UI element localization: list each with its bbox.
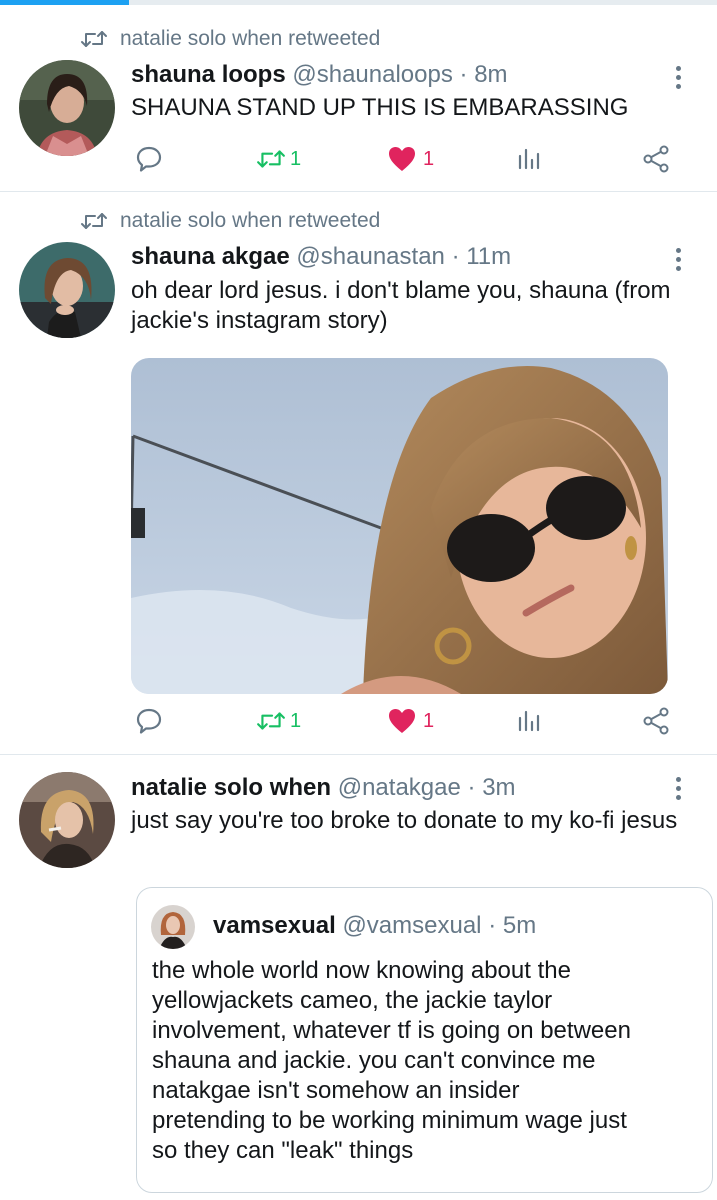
tweet-header: natalie solo when @natakgae · 3m — [131, 773, 516, 803]
photo — [131, 358, 668, 694]
avatar-image — [19, 60, 115, 156]
more-icon[interactable] — [664, 773, 692, 803]
avatar[interactable] — [19, 772, 115, 868]
like-button[interactable]: 1 — [387, 704, 434, 738]
like-button[interactable]: 1 — [387, 142, 434, 176]
avatar-image — [19, 242, 115, 338]
reply-icon — [136, 708, 162, 734]
retweet-button[interactable]: 1 — [256, 142, 301, 176]
retweet-context[interactable]: natalie solo when retweeted — [80, 206, 380, 236]
timestamp[interactable]: 11m — [466, 243, 511, 270]
retweet-icon — [81, 31, 107, 47]
share-button[interactable] — [641, 142, 671, 176]
reply-button[interactable] — [135, 704, 163, 738]
avatar[interactable] — [19, 60, 115, 156]
separator-dot: · — [467, 774, 476, 801]
separator-dot: · — [459, 61, 468, 88]
tweet-header: shauna akgae @shaunastan · 11m — [131, 242, 511, 272]
share-icon — [643, 145, 669, 173]
heart-icon — [389, 147, 415, 171]
separator-dot: · — [451, 243, 460, 270]
quoted-tweet-text: the whole world now knowing about the ye… — [152, 957, 631, 1164]
heart-icon — [389, 709, 415, 733]
retweet-icon — [257, 712, 285, 730]
separator-dot: · — [488, 912, 497, 939]
analytics-button[interactable] — [517, 704, 543, 738]
display-name[interactable]: shauna loops — [131, 61, 286, 88]
retweet-context[interactable]: natalie solo when retweeted — [80, 24, 380, 54]
quoted-handle: @vamsexual — [342, 912, 482, 939]
tweet-text: SHAUNA STAND UP THIS IS EMBARASSING — [131, 94, 629, 121]
analytics-button[interactable] — [517, 142, 543, 176]
quoted-tweet[interactable]: vamsexual @vamsexual · 5m the whole worl… — [136, 887, 713, 1193]
avatar[interactable] — [19, 242, 115, 338]
timestamp[interactable]: 8m — [474, 61, 507, 88]
analytics-icon — [518, 710, 540, 732]
like-count: 1 — [423, 147, 435, 170]
tweet-text: just say you're too broke to donate to m… — [131, 807, 678, 834]
retweet-icon — [257, 150, 285, 168]
display-name[interactable]: natalie solo when — [131, 774, 331, 801]
avatar-image — [19, 772, 115, 868]
timestamp[interactable]: 3m — [482, 774, 515, 801]
loading-progress-fill — [0, 0, 130, 5]
more-icon[interactable] — [664, 244, 692, 274]
tweet-header: shauna loops @shaunaloops · 8m — [131, 60, 508, 90]
tweet-text: oh dear lord jesus. i don't blame you, s… — [131, 277, 671, 334]
avatar-image — [151, 905, 195, 949]
analytics-icon — [518, 148, 540, 170]
handle[interactable]: @natakgae — [338, 774, 461, 801]
tweet-media-image[interactable] — [131, 358, 668, 694]
loading-progress-bar — [0, 0, 717, 5]
retweet-count: 1 — [290, 709, 302, 732]
retweet-count: 1 — [290, 147, 302, 170]
share-icon — [643, 707, 669, 735]
tweet-divider — [0, 191, 717, 192]
like-count: 1 — [423, 709, 435, 732]
quoted-timestamp: 5m — [502, 912, 537, 939]
quoted-tweet-header: vamsexual @vamsexual · 5m — [213, 911, 536, 941]
display-name[interactable]: shauna akgae — [131, 243, 290, 270]
retweet-button[interactable]: 1 — [256, 704, 301, 738]
retweet-context-label: natalie solo when retweeted — [120, 209, 381, 232]
more-icon[interactable] — [664, 62, 692, 92]
retweet-context-label: natalie solo when retweeted — [120, 27, 381, 50]
share-button[interactable] — [641, 704, 671, 738]
handle[interactable]: @shaunaloops — [292, 61, 452, 88]
retweet-icon — [81, 213, 107, 229]
reply-icon — [136, 146, 162, 172]
quoted-avatar[interactable] — [151, 905, 195, 949]
handle[interactable]: @shaunastan — [296, 243, 444, 270]
tweet-actions: 1 1 — [131, 142, 691, 176]
quoted-display-name: vamsexual — [213, 912, 336, 939]
reply-button[interactable] — [135, 142, 163, 176]
tweet-actions: 1 1 — [131, 704, 691, 738]
tweet-divider — [0, 754, 717, 755]
